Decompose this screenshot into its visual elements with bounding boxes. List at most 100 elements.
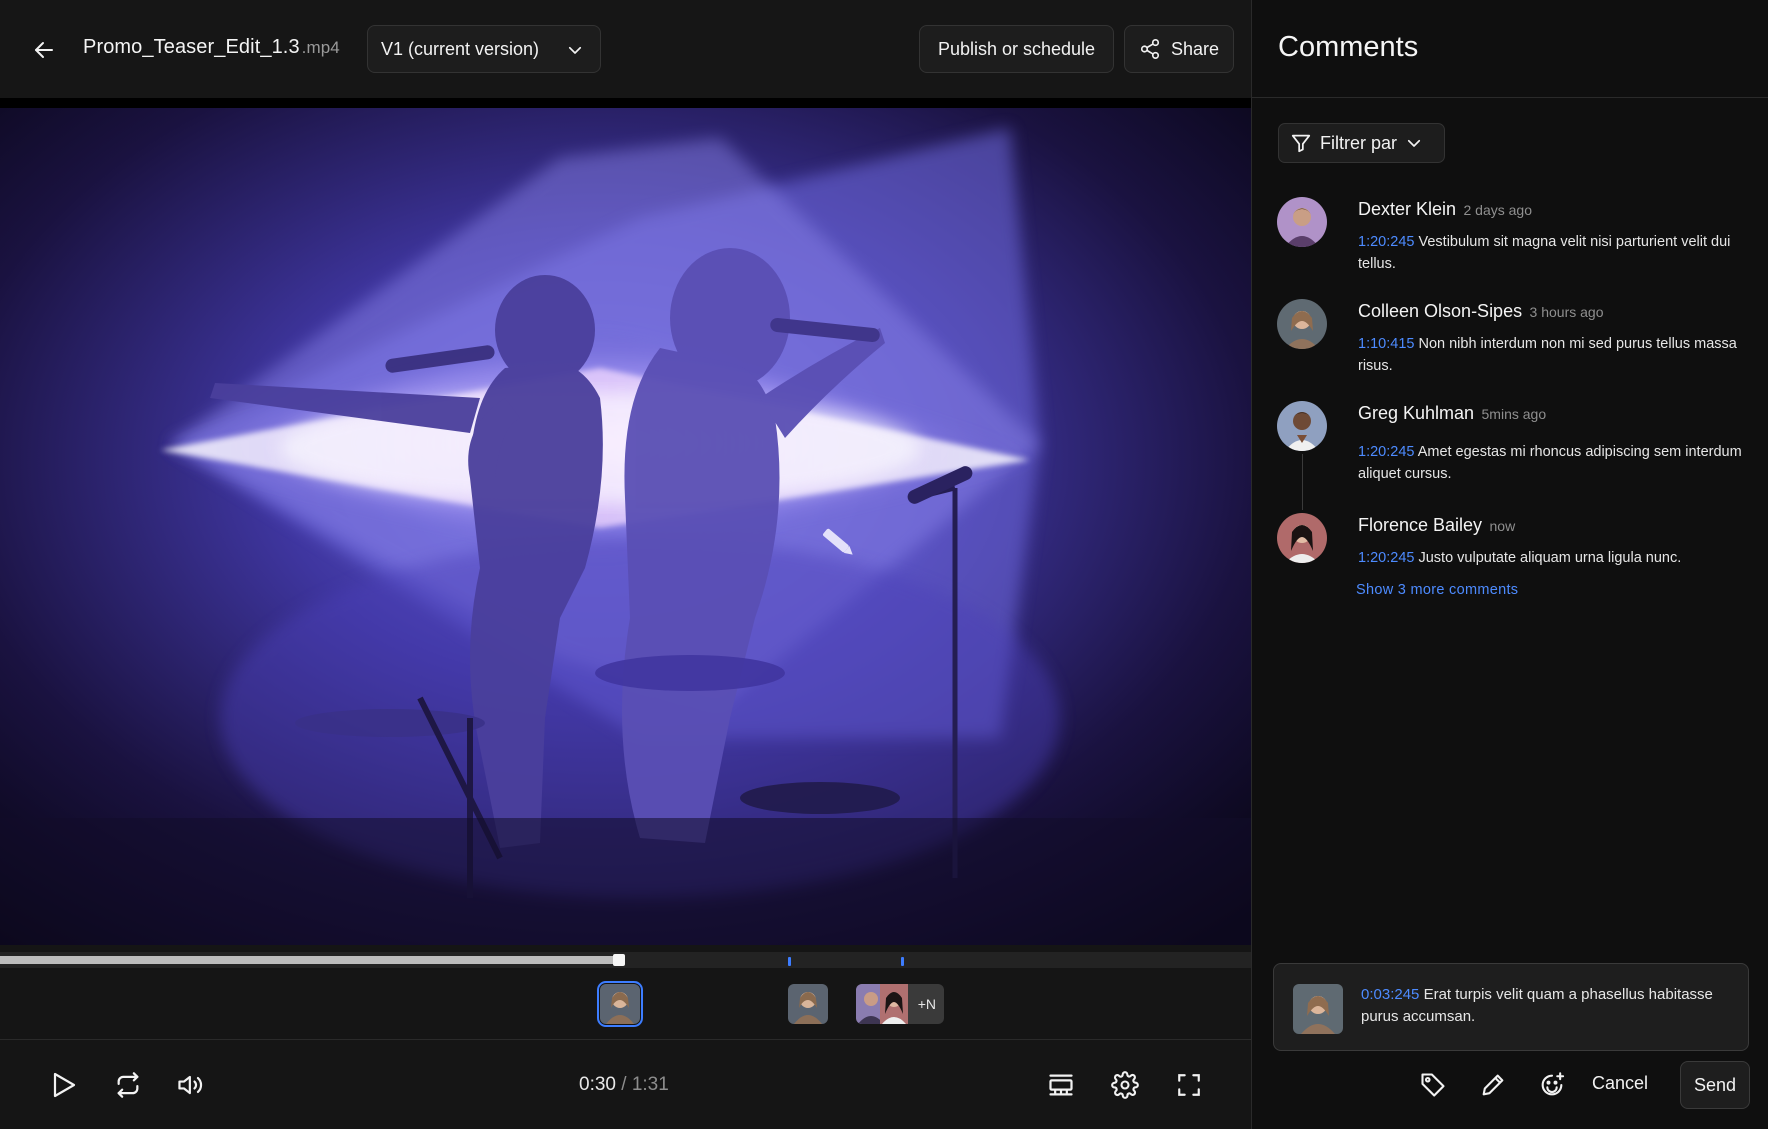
settings-gear-icon [1111, 1071, 1139, 1099]
marker-avatar-more-count: +N [917, 996, 936, 1012]
marker-avatar-colleen[interactable] [597, 981, 643, 1027]
subtitles-icon [1049, 1074, 1073, 1096]
play-icon [53, 1072, 76, 1098]
comment-text: Amet egestas mi rhoncus adipiscing sem i… [1358, 444, 1742, 482]
loop-icon [117, 1072, 139, 1098]
video-frame[interactable] [0, 98, 1251, 945]
timeline-playhead[interactable] [613, 954, 626, 966]
back-arrow-icon [35, 42, 53, 58]
chevron-down-icon [1407, 139, 1421, 147]
emoji-add-icon [1541, 1072, 1565, 1096]
file-extension: .mp4 [301, 38, 340, 57]
filter-label: Filtrer par [1320, 132, 1398, 153]
avatar-woman-image [600, 984, 640, 1024]
file-name: Promo_Teaser_Edit_1.3 .mp4 [83, 36, 340, 59]
avatar[interactable] [1277, 197, 1327, 247]
comment-meta: Dexter Klein 2 days ago [1358, 199, 1532, 220]
comment-text: Justo vulputate aliquam urna ligula nunc… [1418, 550, 1682, 566]
panel-divider [1252, 97, 1768, 98]
comment-timecode[interactable]: 1:10:415 [1358, 336, 1414, 352]
cancel-button[interactable]: Cancel [1592, 1073, 1648, 1094]
avatar-man-image [1277, 401, 1327, 451]
publish-button[interactable]: Publish or schedule [919, 25, 1114, 73]
send-button-label: Send [1693, 1074, 1737, 1095]
time-separator: / [615, 1074, 632, 1095]
version-select[interactable]: V1 (current version) [367, 25, 601, 73]
comment-author[interactable]: Dexter Klein [1358, 199, 1456, 219]
panel-title: Comments [1278, 31, 1419, 63]
avatar-woman-image [1277, 299, 1327, 349]
tag-icon [1421, 1073, 1445, 1097]
fullscreen-button[interactable] [1171, 1067, 1207, 1103]
avatar[interactable] [1277, 513, 1327, 563]
comment-time: 2 days ago [1463, 202, 1533, 218]
composer-text[interactable]: 0:03:245 Erat turpis velit quam a phasel… [1361, 984, 1731, 1028]
comment-timecode[interactable]: 1:20:245 [1358, 444, 1414, 460]
emoji-button[interactable] [1535, 1068, 1569, 1102]
comment-meta: Greg Kuhlman 5mins ago [1358, 403, 1546, 424]
comment-text: Vestibulum sit magna velit nisi parturie… [1358, 234, 1731, 272]
marker-avatar-group[interactable]: +N [856, 984, 944, 1024]
comment-time: 3 hours ago [1529, 304, 1604, 320]
avatar-woman-image [1277, 513, 1327, 563]
composer-avatar [1293, 984, 1343, 1034]
pencil-icon [1482, 1074, 1504, 1096]
comment-timecode[interactable]: 1:20:245 [1358, 550, 1414, 566]
chevron-down-icon [568, 46, 582, 54]
player-controls: 0:30 / 1:31 [0, 1041, 1251, 1129]
comment-meta: Florence Bailey now [1358, 515, 1515, 536]
volume-button[interactable] [173, 1067, 209, 1103]
comment-body: 1:20:245 Vestibulum sit magna velit nisi… [1358, 231, 1754, 275]
comment-author[interactable]: Florence Bailey [1358, 515, 1482, 535]
avatar-woman-image [1293, 984, 1343, 1034]
subtitles-button[interactable] [1043, 1067, 1079, 1103]
comment-author[interactable]: Greg Kuhlman [1358, 403, 1474, 423]
send-button[interactable]: Send [1680, 1061, 1750, 1109]
video-still-concert-image [0, 98, 1251, 945]
publish-button-label: Publish or schedule [937, 38, 1096, 59]
volume-icon [178, 1075, 203, 1095]
comment-author[interactable]: Colleen Olson-Sipes [1358, 301, 1522, 321]
comment-body: 1:20:245 Amet egestas mi rhoncus adipisc… [1358, 441, 1754, 485]
timeline-comment-marker[interactable] [900, 957, 904, 966]
draw-button[interactable] [1476, 1068, 1510, 1102]
total-duration: 1:31 [631, 1074, 669, 1095]
timeline-scrubber[interactable] [0, 952, 1251, 968]
file-name-base: Promo_Teaser_Edit_1.3 [83, 36, 300, 58]
tag-button[interactable] [1416, 1068, 1450, 1102]
share-button-label: Share [1171, 38, 1220, 59]
avatar[interactable] [1277, 401, 1327, 451]
avatar-man-image [1277, 197, 1327, 247]
thread-connector-line [1302, 454, 1303, 510]
composer-timecode[interactable]: 0:03:245 [1361, 986, 1419, 1003]
share-icon [1140, 39, 1160, 59]
loop-button[interactable] [110, 1067, 146, 1103]
back-button[interactable] [28, 34, 60, 66]
settings-button[interactable] [1107, 1067, 1143, 1103]
filter-dropdown[interactable]: Filtrer par [1278, 123, 1445, 163]
avatar-woman-image [788, 984, 828, 1024]
comment-timecode[interactable]: 1:20:245 [1358, 234, 1414, 250]
comment-time: now [1489, 518, 1516, 534]
comment-markers-row: +N [0, 968, 1251, 1040]
comment-composer[interactable]: 0:03:245 Erat turpis velit quam a phasel… [1273, 963, 1749, 1051]
filter-funnel-icon [1291, 134, 1311, 153]
show-more-comments-link[interactable]: Show 3 more comments [1356, 582, 1518, 598]
top-bar: Promo_Teaser_Edit_1.3 .mp4 V1 (current ve… [0, 0, 1251, 98]
play-button[interactable] [46, 1067, 82, 1103]
video-player: Promo_Teaser_Edit_1.3 .mp4 V1 (current ve… [0, 0, 1251, 1129]
share-button[interactable]: Share [1124, 25, 1234, 73]
comment-text: Non nibh interdum non mi sed purus tellu… [1358, 336, 1737, 374]
comment-body: 1:10:415 Non nibh interdum non mi sed pu… [1358, 333, 1754, 377]
version-select-label: V1 (current version) [381, 38, 540, 59]
timeline-played-bar [0, 956, 620, 964]
marker-avatar-colleen-2[interactable] [788, 984, 828, 1024]
comment-meta: Colleen Olson-Sipes 3 hours ago [1358, 301, 1604, 322]
current-time: 0:30 [579, 1074, 616, 1095]
fullscreen-icon [1178, 1074, 1200, 1096]
comment-time: 5mins ago [1481, 406, 1547, 422]
comment-body: 1:20:245 Justo vulputate aliquam urna li… [1358, 547, 1754, 569]
playback-time: 0:30 / 1:31 [579, 1074, 669, 1096]
timeline-comment-marker[interactable] [788, 957, 792, 966]
avatar[interactable] [1277, 299, 1327, 349]
